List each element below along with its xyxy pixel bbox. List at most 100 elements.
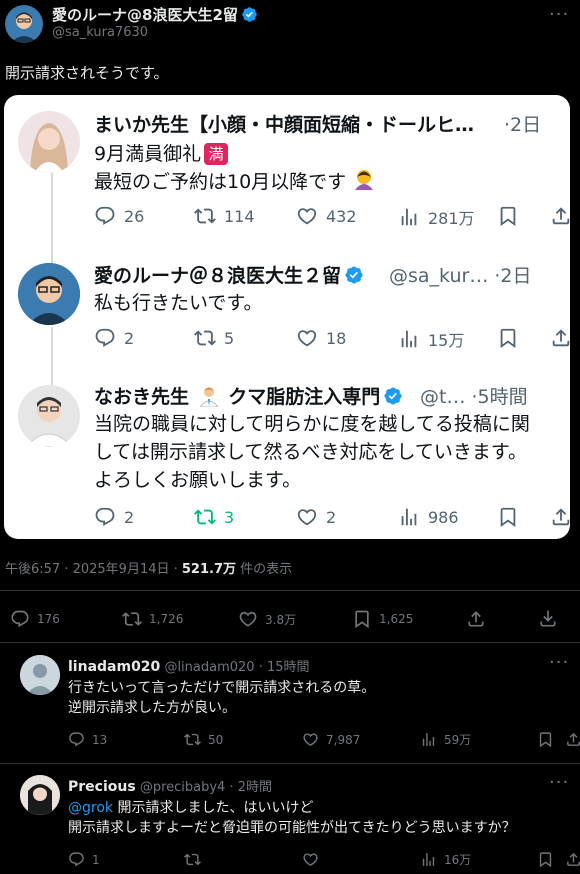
more-options-icon[interactable]: ··· — [549, 4, 569, 25]
reply2-share-button[interactable] — [565, 851, 580, 868]
post-repost-button[interactable]: 1,726 — [122, 609, 183, 629]
mention-link[interactable]: @grok — [68, 800, 113, 816]
author-name-row[interactable]: 愛のルーナ@8浪医大生2留 — [52, 4, 258, 25]
quoted-repost-count-3[interactable]: 3 — [194, 506, 234, 528]
repost-icon — [184, 731, 201, 748]
quoted-bookmark-2[interactable] — [497, 327, 527, 349]
reply2-bookmark-button[interactable] — [537, 851, 561, 868]
repost-icon — [184, 851, 201, 868]
repost-icon — [122, 609, 142, 629]
quoted-name-row-2[interactable]: 愛のルーナ＠８浪医大生２留 — [94, 261, 364, 288]
bookmark-icon — [537, 851, 554, 868]
verified-icon — [241, 6, 258, 23]
views-icon — [420, 731, 437, 748]
views-icon — [420, 851, 437, 868]
quoted-bookmark-1[interactable] — [497, 205, 527, 227]
reply-count: 2 — [124, 507, 135, 527]
quoted-handle-2[interactable]: @sa_kur… — [389, 265, 488, 287]
reply2-reply-button[interactable]: 1 — [68, 851, 100, 868]
quoted-time-3: ·5時間 — [471, 386, 528, 408]
like-count: 18 — [326, 328, 347, 348]
reply-name-1[interactable]: linadam020 — [68, 659, 160, 675]
quoted-share-3[interactable] — [550, 506, 570, 528]
post-timestamp[interactable]: 午後6:57 · 2025年9月14日 · — [5, 562, 182, 577]
like-icon — [296, 327, 318, 349]
quoted-name-3[interactable]: なおき先生 — [94, 386, 189, 408]
quoted-avatar-2[interactable] — [18, 263, 80, 325]
views-icon — [398, 328, 420, 350]
more-options-icon[interactable]: ··· — [549, 652, 569, 673]
quoted-views-count-3[interactable]: 986 — [398, 506, 459, 528]
reply2-repost-button[interactable] — [184, 851, 208, 868]
reply-text-2a: @grok 開示請求しました、はいいけど — [68, 798, 313, 818]
reply1-repost-button[interactable]: 50 — [184, 731, 223, 748]
views-count: 59万 — [444, 733, 472, 747]
reply-count: 2 — [124, 328, 135, 348]
bookmark-count: 1,625 — [379, 612, 414, 626]
quoted-avatar-3[interactable] — [18, 385, 80, 447]
bookmark-icon — [537, 731, 554, 748]
reply-avatar-1[interactable] — [20, 655, 60, 695]
quoted-handle-time-2: @sa_kur… ·2日 — [389, 261, 532, 288]
quoted-like-count-3[interactable]: 2 — [296, 506, 336, 528]
quoted-bookmark-3[interactable] — [497, 506, 527, 528]
post-view-label: 件の表示 — [236, 562, 293, 577]
post-share-button[interactable] — [466, 609, 493, 629]
like-count: 7,987 — [326, 732, 361, 747]
quoted-share-1[interactable] — [550, 205, 570, 227]
reply-icon — [94, 327, 116, 349]
quoted-reply-count-3[interactable]: 2 — [94, 506, 134, 528]
reply-name-2[interactable]: Precious — [68, 779, 136, 795]
reply1-views-button[interactable]: 59万 — [420, 731, 471, 748]
repost-icon — [194, 506, 216, 528]
repost-count: 5 — [224, 328, 235, 348]
post-like-button[interactable]: 3.8万 — [238, 609, 296, 629]
like-icon — [296, 205, 318, 227]
quoted-time-2: ·2日 — [494, 265, 532, 287]
bookmark-icon — [497, 506, 519, 528]
reply1-bookmark-button[interactable] — [537, 731, 561, 748]
quoted-name-1[interactable]: まいか先生【小顔・中顔面短縮・ドールヒ… — [94, 110, 474, 137]
post-bookmark-button[interactable]: 1,625 — [352, 609, 413, 629]
quoted-name-row-3[interactable]: なおき先生 クマ脂肪注入専門 — [94, 382, 403, 412]
reply2-views-button[interactable]: 16万 — [420, 851, 471, 868]
post-download-button[interactable] — [538, 609, 565, 629]
reply1-like-button[interactable]: 7,987 — [302, 731, 360, 748]
reply2-like-button[interactable] — [302, 851, 326, 868]
author-handle[interactable]: @sa_kura7630 — [52, 25, 148, 40]
reply1-reply-button[interactable]: 13 — [68, 731, 107, 748]
views-count: 16万 — [444, 853, 472, 867]
quoted-repost-count-2[interactable]: 5 — [194, 327, 234, 349]
quoted-share-2[interactable] — [550, 327, 570, 349]
reply-icon — [68, 851, 85, 868]
reply-avatar-2[interactable] — [20, 775, 60, 815]
like-icon — [302, 731, 319, 748]
quoted-views-count-2[interactable]: 15万 — [398, 327, 464, 351]
author-name[interactable]: 愛のルーナ@8浪医大生2留 — [52, 6, 238, 24]
reply-text-2b: 開示請求しますよーだと脅迫罪の可能性が出てきたりどう思いますか？ — [68, 820, 516, 836]
quoted-views-count-1[interactable]: 281万 — [398, 205, 475, 229]
repost-count: 1,726 — [149, 612, 184, 626]
more-options-icon[interactable]: ··· — [549, 772, 569, 793]
reply-time-2: · 2時間 — [229, 780, 273, 795]
author-avatar[interactable] — [5, 5, 43, 43]
quoted-handle-3[interactable]: @t… — [420, 386, 465, 408]
reply1-share-button[interactable] — [565, 731, 580, 748]
quoted-repost-count-1[interactable]: 114 — [194, 205, 255, 227]
reply-count: 26 — [124, 206, 145, 226]
reply-handle-1[interactable]: @linadam020 — [164, 660, 254, 675]
divider — [0, 590, 580, 591]
bowing-emoji-icon — [352, 168, 376, 200]
quoted-name-3b[interactable]: クマ脂肪注入専門 — [228, 386, 380, 408]
quoted-reply-count-2[interactable]: 2 — [94, 327, 134, 349]
quoted-thread-card[interactable]: まいか先生【小顔・中顔面短縮・ドールヒ… ·2日 9月満員御礼満 最短のご予約は… — [4, 95, 570, 539]
quoted-like-count-2[interactable]: 18 — [296, 327, 346, 349]
quoted-reply-count-1[interactable]: 26 — [94, 205, 144, 227]
quoted-like-count-1[interactable]: 432 — [296, 205, 357, 227]
reply-handle-2[interactable]: @precibaby4 — [140, 780, 226, 795]
quoted-time-1: ·2日 — [504, 114, 542, 136]
quoted-avatar-1[interactable] — [18, 111, 80, 173]
quoted-name-2[interactable]: 愛のルーナ＠８浪医大生２留 — [94, 265, 341, 287]
quoted-text-1-line1: 9月満員御礼 — [94, 143, 202, 165]
post-reply-button[interactable]: 176 — [10, 609, 60, 629]
